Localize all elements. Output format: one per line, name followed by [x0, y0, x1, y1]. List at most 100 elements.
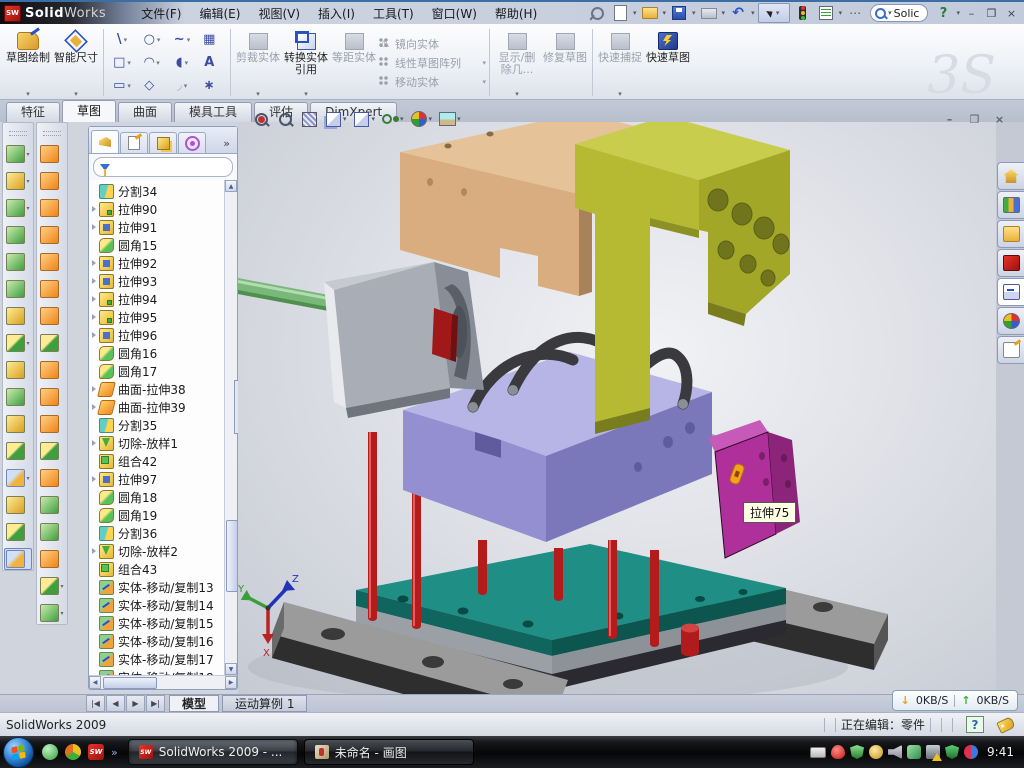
feature-tree-item[interactable]: 切除-放样2: [89, 542, 225, 560]
quick-tips-button[interactable]: ?: [966, 716, 984, 733]
scroll-down-button[interactable]: ▼: [225, 663, 237, 675]
display-style-icon[interactable]: ▾: [353, 110, 376, 128]
feature-tree-item[interactable]: 分割35: [89, 416, 225, 434]
feature-tree-item[interactable]: 圆角19: [89, 506, 225, 524]
feature-tree-item[interactable]: 切除-放样1: [89, 434, 225, 452]
polygon-icon[interactable]: ◇▾: [137, 74, 167, 97]
hide-show-items-icon[interactable]: ▾: [381, 110, 404, 128]
revolved-surface-icon[interactable]: ▾: [38, 170, 65, 192]
menu-item[interactable]: 帮助(H): [486, 3, 546, 24]
minimize-button[interactable]: –: [963, 6, 980, 21]
model-canvas[interactable]: Y Z X: [238, 122, 996, 694]
help-button[interactable]: ?: [933, 4, 953, 22]
quick-snaps-button[interactable]: 快速捕捉 ▾: [596, 27, 644, 98]
expand-arrow-icon[interactable]: [89, 476, 99, 482]
update-icon[interactable]: [869, 745, 883, 759]
first-tab-button[interactable]: |◀: [86, 695, 105, 712]
expand-arrow-icon[interactable]: [89, 278, 99, 284]
task-pane-tab[interactable]: [997, 307, 1024, 335]
shell-icon[interactable]: ▾: [4, 413, 31, 435]
configuration-manager-tab[interactable]: [149, 132, 177, 153]
delete-face-icon[interactable]: ▾: [38, 548, 65, 570]
line-icon[interactable]: \▾: [107, 28, 137, 51]
dimxpert-manager-tab[interactable]: [178, 132, 206, 153]
feature-tree-item[interactable]: 曲面-拉伸39: [89, 398, 225, 416]
smart-dimension-button[interactable]: 智能尺寸 ▾: [52, 27, 100, 98]
convert-entities-button[interactable]: 转换实体引用 ▾: [282, 27, 330, 98]
network-warning-icon[interactable]: [926, 745, 940, 759]
untrim-surface-icon[interactable]: ▾: [38, 467, 65, 489]
split-icon[interactable]: ▾: [4, 467, 31, 489]
feature-tree-item[interactable]: 分割36: [89, 524, 225, 542]
scroll-up-button[interactable]: ▲: [225, 180, 237, 192]
open-button[interactable]: [640, 4, 660, 22]
display-delete-relations-button[interactable]: 显示/删除几... ▾: [493, 27, 541, 98]
sync-icon[interactable]: [907, 745, 921, 759]
document-tab[interactable]: 模型: [169, 695, 219, 712]
expand-arrow-icon[interactable]: [89, 548, 99, 554]
feature-tree-item[interactable]: 拉伸90: [89, 200, 225, 218]
feature-tree-item[interactable]: 拉伸96: [89, 326, 225, 344]
featuremanager-tree-tab[interactable]: [91, 130, 119, 153]
expand-arrow-icon[interactable]: [89, 440, 99, 446]
extruded-cut-icon[interactable]: ▾: [4, 251, 31, 273]
task-pane-tab[interactable]: [997, 191, 1024, 219]
sync-center-icon[interactable]: [964, 745, 978, 759]
selection-box-icon[interactable]: ▦▾: [197, 28, 227, 51]
feature-tree-item[interactable]: 拉伸93: [89, 272, 225, 290]
doc-close-button[interactable]: ×: [991, 112, 1008, 127]
appearances-icon[interactable]: ▾: [410, 110, 433, 128]
expand-arrow-icon[interactable]: [89, 314, 99, 320]
task-pane-tab[interactable]: [997, 162, 1024, 190]
ribbon-tab[interactable]: 曲面: [118, 102, 172, 122]
print-button[interactable]: [699, 4, 719, 22]
circle-icon[interactable]: ○▾: [137, 28, 167, 51]
section-view-icon[interactable]: [300, 110, 318, 128]
task-pane-tab[interactable]: [997, 278, 1024, 306]
feature-tree-item[interactable]: 圆角18: [89, 488, 225, 506]
next-tab-button[interactable]: ▶: [126, 695, 145, 712]
scroll-thumb[interactable]: [103, 677, 157, 689]
new-document-button[interactable]: [610, 4, 630, 22]
doc-minimize-button[interactable]: –: [941, 112, 958, 127]
feature-tree-item[interactable]: 拉伸91: [89, 218, 225, 236]
menu-item[interactable]: 编辑(E): [191, 3, 250, 24]
spline-icon[interactable]: ∼▾: [167, 28, 197, 51]
task-pane-tab[interactable]: [997, 249, 1024, 277]
close-button[interactable]: ×: [1003, 6, 1020, 21]
lofted-boss-icon[interactable]: ▾: [4, 224, 31, 246]
start-button[interactable]: [3, 737, 34, 768]
tree-horizontal-scrollbar[interactable]: ◀ ▶: [89, 675, 237, 689]
boundary-surface-icon[interactable]: ▾: [38, 251, 65, 273]
solidworks-launcher-icon[interactable]: SW: [88, 744, 104, 760]
arc-icon[interactable]: ◠▾: [137, 51, 167, 74]
expand-arrow-icon[interactable]: [89, 206, 99, 212]
select-tool-button[interactable]: ▾: [758, 3, 790, 23]
expand-arrow-icon[interactable]: [89, 332, 99, 338]
repair-sketch-button[interactable]: 修复草图: [541, 27, 589, 98]
quick-launch-chevron-icon[interactable]: »: [111, 746, 118, 759]
options-button[interactable]: [816, 4, 836, 22]
feature-tree-item[interactable]: 实体-移动/复制15: [89, 614, 225, 632]
support-cylinder[interactable]: [681, 624, 699, 657]
hole-wizard-icon[interactable]: ▾: [4, 305, 31, 327]
extrude75-block[interactable]: [708, 420, 800, 558]
revolved-boss-icon[interactable]: ▾: [4, 170, 31, 192]
menu-item[interactable]: 文件(F): [132, 3, 190, 24]
graphics-viewport[interactable]: Y Z X 拉伸75: [238, 122, 996, 694]
save-button[interactable]: [669, 4, 689, 22]
draft-icon[interactable]: ▾: [4, 386, 31, 408]
linear-pattern-icon[interactable]: ▾: [4, 332, 31, 354]
feature-tree-item[interactable]: 实体-移动/复制14: [89, 596, 225, 614]
feature-tree-item[interactable]: 分割34: [89, 182, 225, 200]
replace-face-icon[interactable]: ▾: [38, 575, 65, 597]
rectangle-icon[interactable]: □▾: [107, 51, 137, 74]
taskbar-task-button[interactable]: 未命名 - 画图: [304, 739, 474, 765]
menu-item[interactable]: 窗口(W): [423, 3, 486, 24]
panel-chevron-icon[interactable]: »: [223, 137, 235, 153]
deform-icon[interactable]: ▾: [4, 494, 31, 516]
extend-surface-icon[interactable]: ▾: [38, 413, 65, 435]
toolbar-overflow-icon[interactable]: ⋯: [845, 4, 865, 22]
offset-entities-button[interactable]: 等距实体: [330, 27, 378, 98]
menu-item[interactable]: 工具(T): [364, 3, 423, 24]
